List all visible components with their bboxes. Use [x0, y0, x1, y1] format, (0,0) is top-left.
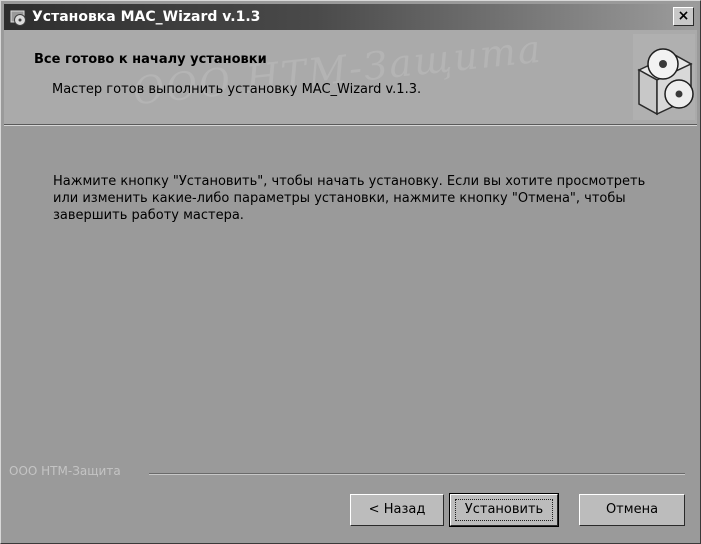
close-button[interactable]: ×	[673, 7, 694, 26]
installer-window: Установка MAC_Wizard v.1.3 × ООО НТМ-Защ…	[0, 0, 701, 544]
page-title: Все готово к началу установки	[34, 52, 267, 67]
install-button[interactable]: Установить	[449, 493, 559, 527]
focus-ring	[455, 499, 553, 521]
footer-brand: ООО НТМ-Защита	[9, 464, 121, 478]
title-bar[interactable]: Установка MAC_Wizard v.1.3 ×	[4, 4, 697, 30]
instruction-text: Нажмите кнопку "Установить", чтобы начат…	[53, 174, 646, 223]
header-divider	[4, 124, 697, 126]
page-subtitle: Мастер готов выполнить установку MAC_Wiz…	[52, 82, 422, 97]
cancel-button[interactable]: Отмена	[579, 494, 685, 526]
window-title: Установка MAC_Wizard v.1.3	[32, 9, 261, 25]
setup-icon	[10, 9, 27, 26]
back-button[interactable]: < Назад	[350, 494, 444, 526]
header-banner: ООО НТМ-Защита Все готово к началу устан…	[4, 30, 697, 124]
installer-box-cd-icon	[633, 34, 695, 120]
header-watermark: ООО НТМ-Защита	[130, 30, 545, 114]
footer-divider	[149, 473, 685, 475]
